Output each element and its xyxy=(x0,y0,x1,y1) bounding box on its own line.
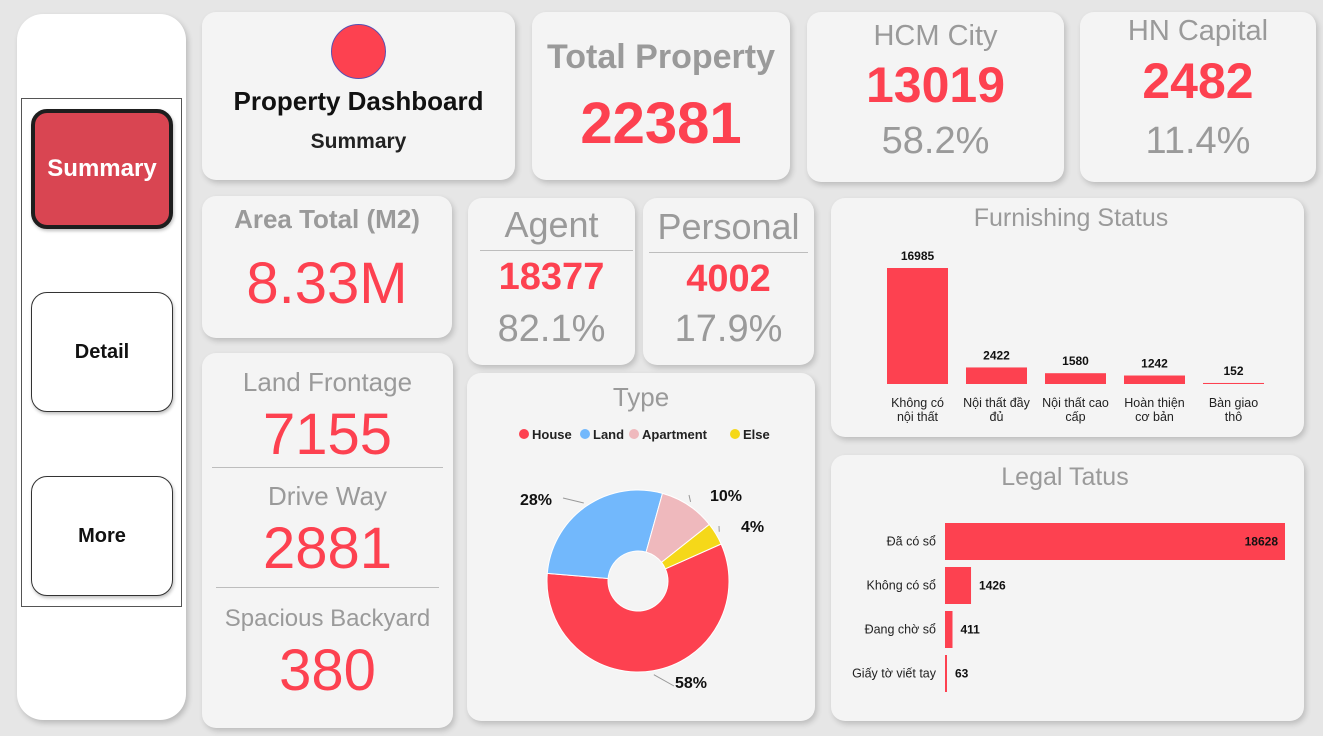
agent-card: Agent 18377 82.1% xyxy=(468,198,635,365)
personal-card: Personal 4002 17.9% xyxy=(643,198,814,365)
legal-chart-title: Legal Tatus xyxy=(1001,463,1128,491)
area-total-value: 8.33M xyxy=(246,251,408,316)
legal-bar-value: 63 xyxy=(955,667,969,681)
land-frontage-label: Land Frontage xyxy=(242,367,413,397)
nav-detail-button[interactable]: Detail xyxy=(31,292,173,412)
furnishing-chart: Furnishing Status 16985 Không cónội thất 2… xyxy=(887,204,1264,424)
legal-bar[interactable] xyxy=(945,523,1285,560)
area-total-card: Area Total (M2) 8.33M xyxy=(202,196,452,338)
legal-bar-value: 18628 xyxy=(1245,535,1279,549)
furnishing-category-label: đủ xyxy=(990,410,1004,424)
agent-value: 18377 xyxy=(498,256,605,298)
furnishing-category-label: cơ bản xyxy=(1135,410,1174,424)
agent-percent: 82.1% xyxy=(497,308,606,350)
legal-bar[interactable] xyxy=(945,611,953,648)
furnishing-category-label: Bàn giao xyxy=(1209,396,1258,410)
type-slice-label: 28% xyxy=(520,492,552,509)
type-leader-line xyxy=(688,494,692,502)
type-legend-swatch xyxy=(519,429,529,439)
total-property-value: 22381 xyxy=(580,91,742,156)
backyard-label: Spacious Backyard xyxy=(224,605,431,632)
personal-percent: 17.9% xyxy=(674,308,783,350)
type-slice-label: 10% xyxy=(710,488,742,505)
furnishing-bar[interactable] xyxy=(966,367,1027,384)
type-chart: Type House Land Apartment Else 58% 28% 10% 4% xyxy=(519,382,770,692)
hcm-label: HCM City xyxy=(873,20,998,52)
legal-bar-value: 1426 xyxy=(979,579,1006,593)
type-slice-land[interactable] xyxy=(546,489,664,580)
personal-value: 4002 xyxy=(686,258,771,300)
legal-chart: Legal Tatus Đã có sổ 18628 Không có sổ 1426… xyxy=(852,463,1285,692)
furnishing-bar[interactable] xyxy=(1124,375,1185,384)
legal-bar[interactable] xyxy=(945,655,947,692)
features-card: Land Frontage 7155 Drive Way 2881 Spacio… xyxy=(202,353,453,728)
agent-divider xyxy=(480,250,633,251)
type-legend-label: Else xyxy=(743,427,770,442)
land-frontage-value: 7155 xyxy=(262,402,393,467)
legal-chart-card: Legal Tatus Đã có sổ 18628 Không có sổ 1426… xyxy=(831,455,1304,721)
hn-value: 2482 xyxy=(1142,53,1254,109)
type-leader-line xyxy=(562,497,584,504)
area-total-label: Area Total (M2) xyxy=(234,204,420,234)
drive-way-label: Drive Way xyxy=(268,481,387,511)
hcm-card: HCM City 13019 58.2% xyxy=(807,12,1064,182)
header-card: Property Dashboard Summary xyxy=(202,12,515,180)
type-legend-label: House xyxy=(532,427,572,442)
hcm-value: 13019 xyxy=(865,57,1006,113)
type-legend-swatch xyxy=(730,429,740,439)
page-title: Property Dashboard xyxy=(233,86,484,116)
furnishing-bar-value: 152 xyxy=(1223,364,1243,378)
type-chart-title: Type xyxy=(613,382,669,412)
legal-bar-value: 411 xyxy=(961,623,981,637)
hn-percent: 11.4% xyxy=(1145,120,1251,162)
furnishing-chart-card: Furnishing Status 16985 Không có nội thất 2… xyxy=(831,198,1304,437)
personal-divider xyxy=(649,252,808,253)
type-legend-label: Apartment xyxy=(642,427,708,442)
furnishing-category-label: Hoàn thiện xyxy=(1124,396,1185,410)
features-divider-2 xyxy=(216,587,439,588)
furnishing-bar-value: 16985 xyxy=(901,249,935,263)
hcm-percent: 58.2% xyxy=(881,120,990,162)
type-slice-label: 4% xyxy=(741,519,764,536)
furnishing-category-label: nội thất xyxy=(897,410,939,424)
furnishing-bar-value: 1580 xyxy=(1062,354,1089,368)
total-property-card: Total Property 22381 xyxy=(532,12,790,180)
page-subtitle: Summary xyxy=(310,130,407,153)
total-property-label: Total Property xyxy=(547,38,775,76)
hn-label: HN Capital xyxy=(1127,15,1269,47)
personal-label: Personal xyxy=(657,206,800,247)
type-chart-card: Type House Land Apartment Else 58% 28% 10% 4% xyxy=(467,373,815,721)
furnishing-bar[interactable] xyxy=(1203,382,1264,384)
hn-card: HN Capital 2482 11.4% xyxy=(1080,12,1316,182)
furnishing-category-label: Nội thất cao xyxy=(1042,396,1109,410)
drive-way-value: 2881 xyxy=(262,516,393,581)
type-leader-line xyxy=(653,674,675,687)
furnishing-category-label: cấp xyxy=(1065,410,1085,424)
legal-bar[interactable] xyxy=(945,567,972,604)
nav-more-button[interactable]: More xyxy=(31,476,173,596)
furnishing-chart-title: Furnishing Status xyxy=(974,204,1169,232)
nav-summary-button[interactable]: Summary xyxy=(31,109,173,229)
furnishing-bar-value: 1242 xyxy=(1141,357,1168,371)
features-divider-1 xyxy=(212,467,443,468)
agent-label: Agent xyxy=(504,204,599,245)
furnishing-category-label: Không có xyxy=(891,396,944,410)
type-slice-label: 58% xyxy=(675,675,707,692)
furnishing-bar-value: 2422 xyxy=(983,348,1010,362)
backyard-value: 380 xyxy=(279,638,376,703)
nav-panel: Summary Detail More xyxy=(17,14,186,720)
furnishing-category-label: Nội thất đầy xyxy=(963,396,1030,410)
legal-category-label: Đã có sổ xyxy=(887,535,936,549)
legal-category-label: Không có sổ xyxy=(867,579,937,593)
type-legend-swatch xyxy=(580,429,590,439)
type-legend-label: Land xyxy=(593,427,624,442)
furnishing-bar[interactable] xyxy=(887,268,948,384)
type-legend-swatch xyxy=(629,429,639,439)
furnishing-category-label: thô xyxy=(1225,410,1242,424)
furnishing-bar[interactable] xyxy=(1045,373,1106,384)
legal-category-label: Giấy tờ viết tay xyxy=(852,667,937,681)
legal-category-label: Đang chờ sổ xyxy=(865,623,936,637)
logo-circle-icon xyxy=(331,24,386,79)
